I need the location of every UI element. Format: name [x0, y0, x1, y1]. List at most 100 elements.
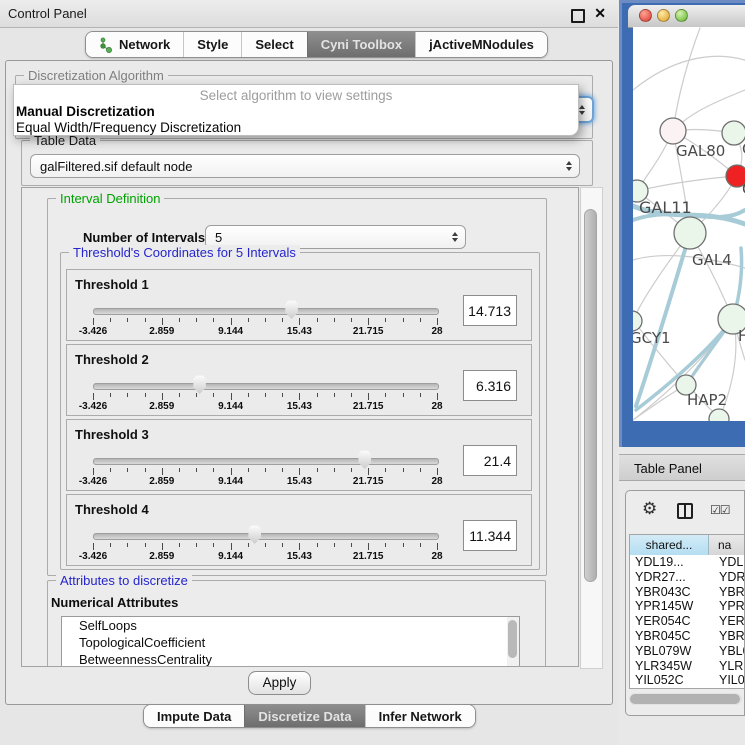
tick-label: 21.715	[346, 326, 390, 337]
slider-track[interactable]	[93, 458, 439, 465]
table-cell[interactable]: YDL19...	[630, 555, 710, 570]
tab-discretize-data[interactable]: Discretize Data	[244, 705, 364, 727]
node-attribute-table: shared... na YDL19...YDL1YDR27...YDR2YBR…	[629, 534, 745, 689]
popup-placeholder-item[interactable]: Select algorithm to view settings	[14, 85, 578, 104]
table-panel-titlebar: Table Panel	[619, 454, 745, 481]
slider-tick	[162, 393, 163, 400]
popup-items: Manual DiscretizationEqual Width/Frequen…	[14, 104, 578, 136]
table-cell[interactable]: YER054C	[630, 614, 710, 629]
slider-track[interactable]	[93, 308, 439, 315]
table-row[interactable]: YLR345WYLR3	[630, 659, 745, 674]
table-cell[interactable]: YIL0	[710, 673, 745, 688]
slider-thumb[interactable]	[247, 525, 262, 544]
network-edge	[673, 28, 700, 131]
column-header-shared-name[interactable]: shared...	[630, 535, 709, 555]
table-cell[interactable]: YER0	[710, 614, 745, 629]
table-row[interactable]: YBL079WYBL0	[630, 644, 745, 659]
network-node[interactable]	[674, 217, 706, 249]
table-cell[interactable]: YLR3	[710, 659, 745, 674]
vertical-scrollbar[interactable]	[580, 187, 603, 669]
close-traffic-light-icon[interactable]	[639, 9, 652, 22]
slider-tick	[231, 393, 232, 400]
network-canvas[interactable]: GAL80GCGAL11GAL4GCY1HHAP2	[633, 27, 745, 421]
slider-tick	[265, 543, 266, 547]
tab-cyni-toolbox[interactable]: Cyni Toolbox	[307, 32, 415, 57]
tab-impute-data[interactable]: Impute Data	[144, 705, 244, 727]
slider-tick	[231, 468, 232, 475]
table-cell[interactable]: YBR0	[710, 629, 745, 644]
table-cell[interactable]: YLR345W	[630, 659, 710, 674]
thresholds-group-title: Threshold's Coordinates for 5 Intervals	[69, 245, 300, 260]
table-cell[interactable]: YIL052C	[630, 673, 710, 688]
tab-style[interactable]: Style	[183, 32, 241, 57]
list-item[interactable]: SelfLoops	[62, 617, 519, 634]
table-row[interactable]: YIL052CYIL0	[630, 673, 745, 688]
slider-thumb[interactable]	[192, 375, 207, 394]
table-row[interactable]: YDR27...YDR2	[630, 570, 745, 585]
table-cell[interactable]: YBL079W	[630, 644, 710, 659]
table-row[interactable]: YBR043CYBR0	[630, 585, 745, 600]
slider-tick	[196, 468, 197, 472]
scrollbar-thumb[interactable]	[584, 209, 597, 582]
slider-tick	[248, 318, 249, 322]
popup-item[interactable]: Equal Width/Frequency Discretization	[14, 120, 578, 136]
threshold-value-box[interactable]: 11.344	[463, 520, 517, 551]
network-node[interactable]	[660, 118, 686, 144]
table-data-combobox[interactable]: galFiltered.sif default node	[30, 154, 580, 178]
tick-label: 15.43	[277, 551, 321, 562]
column-header-name[interactable]: na	[709, 535, 745, 555]
float-window-icon[interactable]	[571, 9, 585, 23]
apply-button[interactable]: Apply	[248, 671, 311, 695]
slider-track[interactable]	[93, 533, 439, 540]
tick-label: 15.43	[277, 401, 321, 412]
threshold-value-box[interactable]: 21.4	[463, 445, 517, 476]
network-view-window: GAL80GCGAL11GAL4GCY1HHAP2	[619, 0, 745, 447]
table-cell[interactable]: YDR2	[710, 570, 745, 585]
minimize-traffic-light-icon[interactable]	[657, 9, 670, 22]
table-cell[interactable]: YBR045C	[630, 629, 710, 644]
tab-network[interactable]: Network	[86, 32, 183, 57]
slider-tick	[351, 468, 352, 472]
column-layout-icon[interactable]	[677, 503, 693, 519]
network-window-titlebar[interactable]	[628, 5, 745, 28]
table-cell[interactable]: YPR145W	[630, 599, 710, 614]
attributes-list-scrollbar[interactable]	[507, 617, 519, 667]
table-cell[interactable]: YBL0	[710, 644, 745, 659]
table-cell[interactable]: YDL1	[710, 555, 745, 570]
tab-label: Discretize Data	[258, 709, 351, 724]
tab-jactivemnodules[interactable]: jActiveMNodules	[415, 32, 547, 57]
slider-track[interactable]	[93, 383, 439, 390]
table-cell[interactable]: YBR043C	[630, 585, 710, 600]
table-cell[interactable]: YDR27...	[630, 570, 710, 585]
threshold-value-box[interactable]: 14.713	[463, 295, 517, 326]
tab-select[interactable]: Select	[241, 32, 306, 57]
checkboxes-icon[interactable]: ☑☑	[710, 503, 730, 517]
table-row[interactable]: YER054CYER0	[630, 614, 745, 629]
network-node[interactable]	[633, 311, 642, 331]
tick-label: 28	[415, 401, 459, 412]
scrollbar-thumb[interactable]	[508, 620, 517, 658]
popup-item[interactable]: Manual Discretization	[14, 104, 578, 120]
table-cell[interactable]: YPR1	[710, 599, 745, 614]
slider-tick	[162, 543, 163, 550]
table-row[interactable]: YBR045CYBR0	[630, 629, 745, 644]
gear-icon[interactable]: ⚙	[642, 499, 657, 519]
slider-tick	[317, 468, 318, 472]
table-row[interactable]: YDL19...YDL1	[630, 555, 745, 570]
tab-infer-network[interactable]: Infer Network	[365, 705, 475, 727]
table-row[interactable]: YPR145WYPR1	[630, 599, 745, 614]
numerical-attributes-list[interactable]: SelfLoopsTopologicalCoefficientBetweenne…	[61, 616, 520, 667]
list-item[interactable]: BetweennessCentrality	[62, 651, 519, 667]
horizontal-scrollbar[interactable]	[629, 693, 742, 705]
zoom-traffic-light-icon[interactable]	[675, 9, 688, 22]
threshold-label: Threshold 3	[75, 427, 149, 442]
cyni-toolbox-panel: Discretization Algorithm Table Data galF…	[5, 60, 613, 705]
slider-tick	[196, 543, 197, 547]
close-icon[interactable]: ✕	[594, 5, 606, 22]
table-cell[interactable]: YBR0	[710, 585, 745, 600]
slider-thumb[interactable]	[357, 450, 372, 469]
slider-thumb[interactable]	[284, 300, 299, 319]
threshold-value-box[interactable]: 6.316	[463, 370, 517, 401]
list-item[interactable]: TopologicalCoefficient	[62, 634, 519, 651]
scrollbar-thumb[interactable]	[630, 694, 740, 704]
